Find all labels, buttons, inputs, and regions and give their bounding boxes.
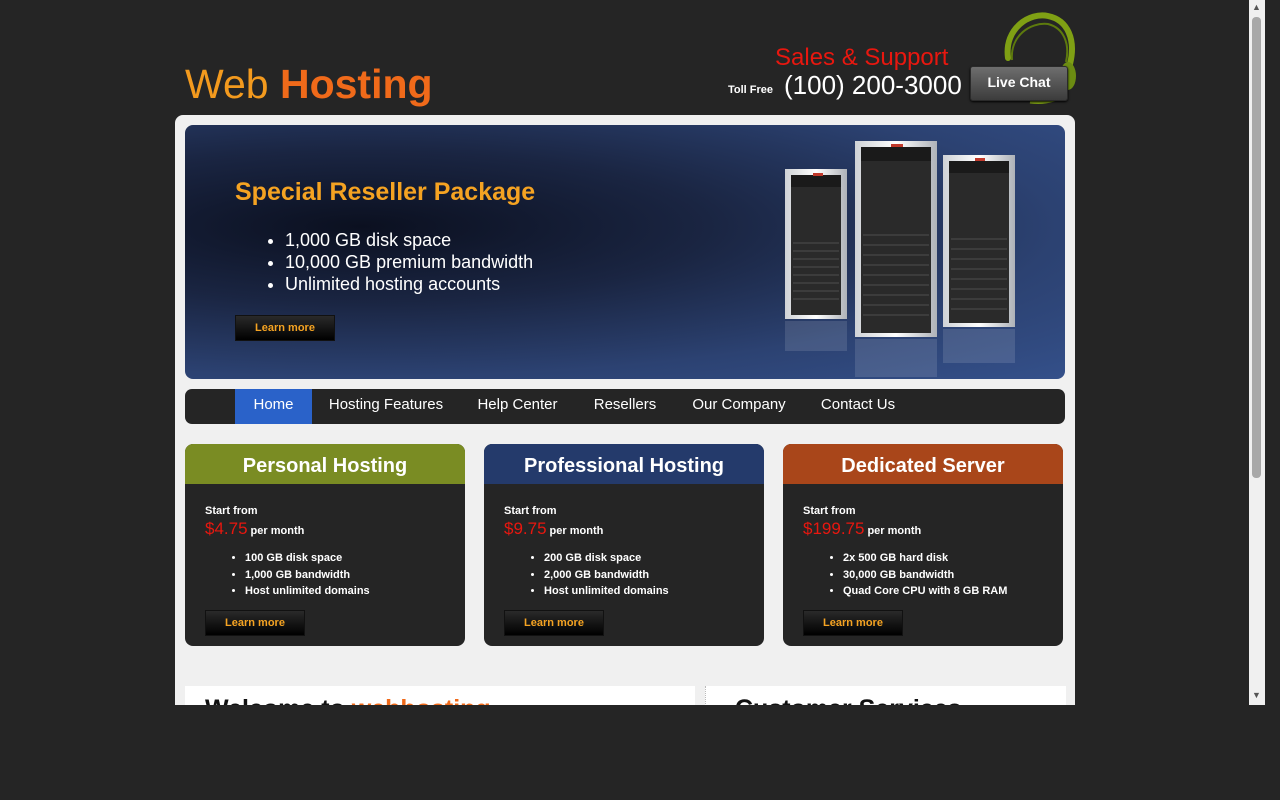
plan-card-professional: Professional Hosting Start from $9.75 per…: [484, 444, 764, 646]
welcome-heading-prefix: Welcome to: [205, 695, 345, 705]
plan-price-amount: $199.75: [803, 519, 865, 538]
browser-viewport: Web Hosting Sales & Support Toll Free (1…: [0, 0, 1249, 705]
banner-feature-list: 1,000 GB disk space 10,000 GB premium ba…: [267, 229, 533, 295]
scrollbar-thumb[interactable]: [1252, 17, 1261, 478]
plan-start-label: Start from: [803, 505, 856, 517]
plan-feature: 1,000 GB bandwidth: [245, 567, 370, 584]
plan-learn-more-button[interactable]: Learn more: [504, 610, 604, 636]
plan-feature-list: 2x 500 GB hard disk 30,000 GB bandwidth …: [825, 550, 1007, 600]
plan-feature-list: 200 GB disk space 2,000 GB bandwidth Hos…: [526, 550, 669, 600]
banner-feature: 10,000 GB premium bandwidth: [285, 251, 533, 273]
toll-free-label: Toll Free: [728, 84, 774, 96]
banner-learn-more-button[interactable]: Learn more: [235, 315, 335, 341]
logo-text-web: Web: [185, 61, 269, 107]
server-towers-image: [785, 141, 1015, 377]
live-chat-button[interactable]: Live Chat: [970, 66, 1068, 101]
banner-title: Special Reseller Package: [235, 178, 536, 206]
plan-price-period: per month: [250, 525, 305, 537]
nav-item-our-company[interactable]: Our Company: [684, 389, 794, 424]
scroll-up-arrow-icon[interactable]: ▲: [1252, 3, 1261, 12]
plan-title: Personal Hosting: [185, 444, 465, 484]
scroll-down-arrow-icon[interactable]: ▼: [1252, 691, 1261, 700]
plan-price-period: per month: [867, 525, 922, 537]
customer-services-section: Customer Services: [705, 686, 1066, 705]
plan-price-amount: $4.75: [205, 519, 248, 538]
banner-feature: 1,000 GB disk space: [285, 229, 533, 251]
main-navigation: Home Hosting Features Help Center Resell…: [185, 389, 1065, 424]
vertical-scrollbar[interactable]: ▲ ▼: [1249, 0, 1265, 705]
plan-card-dedicated: Dedicated Server Start from $199.75 per m…: [783, 444, 1063, 646]
plan-learn-more-button[interactable]: Learn more: [205, 610, 305, 636]
welcome-heading: Welcome to webhosting: [205, 695, 491, 705]
plan-feature: Host unlimited domains: [544, 583, 669, 600]
plan-feature-list: 100 GB disk space 1,000 GB bandwidth Hos…: [227, 550, 370, 600]
plan-start-label: Start from: [504, 505, 557, 517]
plan-start-label: Start from: [205, 505, 258, 517]
plan-feature: 200 GB disk space: [544, 550, 669, 567]
plan-price: $9.75 per month: [504, 519, 603, 539]
plan-feature: 100 GB disk space: [245, 550, 370, 567]
plan-learn-more-button[interactable]: Learn more: [803, 610, 903, 636]
plan-price: $4.75 per month: [205, 519, 304, 539]
plan-feature: 30,000 GB bandwidth: [843, 567, 1007, 584]
nav-item-hosting-features[interactable]: Hosting Features: [322, 389, 450, 424]
logo-text-hosting: Hosting: [279, 61, 433, 107]
promo-banner: Special Reseller Package 1,000 GB disk s…: [185, 125, 1065, 379]
welcome-heading-highlight: webhosting: [352, 695, 491, 705]
phone-number: (100) 200-3000: [784, 70, 962, 100]
welcome-section: Welcome to webhosting: [185, 686, 695, 705]
plan-price-period: per month: [549, 525, 604, 537]
plan-feature: 2,000 GB bandwidth: [544, 567, 669, 584]
banner-feature: Unlimited hosting accounts: [285, 273, 533, 295]
plan-price: $199.75 per month: [803, 519, 921, 539]
plan-title: Dedicated Server: [783, 444, 1063, 484]
site-logo[interactable]: Web Hosting: [185, 62, 433, 106]
sales-support-title: Sales & Support: [775, 44, 949, 71]
plan-feature: 2x 500 GB hard disk: [843, 550, 1007, 567]
nav-item-home[interactable]: Home: [235, 389, 312, 424]
nav-item-help-center[interactable]: Help Center: [470, 389, 565, 424]
plan-title: Professional Hosting: [484, 444, 764, 484]
customer-services-heading: Customer Services: [735, 695, 962, 705]
plan-price-amount: $9.75: [504, 519, 547, 538]
nav-item-contact-us[interactable]: Contact Us: [813, 389, 903, 424]
plan-feature: Host unlimited domains: [245, 583, 370, 600]
plan-feature: Quad Core CPU with 8 GB RAM: [843, 583, 1007, 600]
nav-item-resellers[interactable]: Resellers: [585, 389, 665, 424]
plan-card-personal: Personal Hosting Start from $4.75 per mon…: [185, 444, 465, 646]
